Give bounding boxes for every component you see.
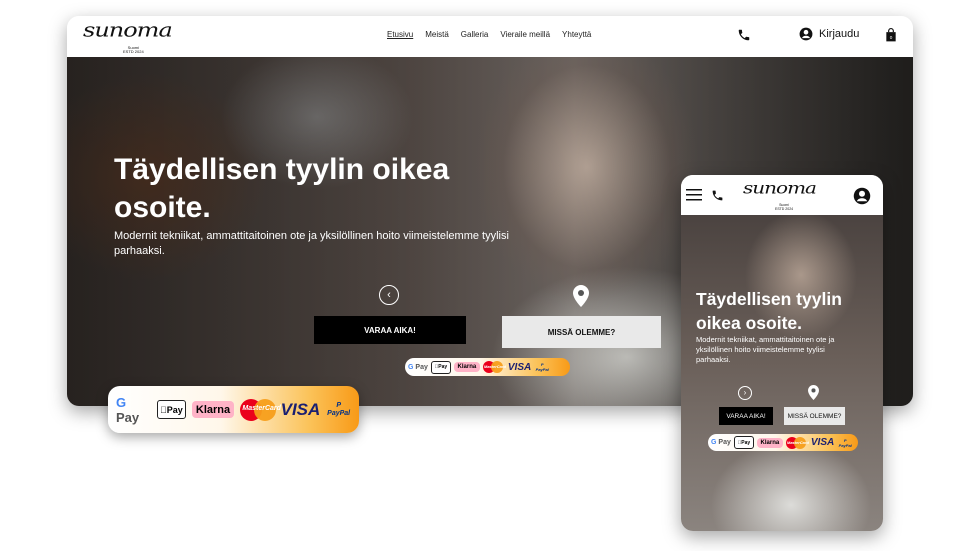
paypal-logo: P PayPal bbox=[838, 437, 852, 448]
login-label: Kirjaudu bbox=[819, 28, 860, 40]
nav-item-meista[interactable]: Meistä bbox=[425, 30, 449, 39]
hero-title: Täydellisen tyylin oikea osoite. bbox=[114, 153, 450, 224]
paypal-logo: P PayPal bbox=[535, 362, 549, 372]
hero-description: Modernit tekniikat, ammattitaitoinen ote… bbox=[114, 230, 509, 257]
location-button[interactable]: MISSÄ OLEMME? bbox=[502, 316, 661, 348]
mastercard-logo: MasterCard bbox=[240, 398, 281, 421]
nav-item-vieraile[interactable]: Vieraile meillä bbox=[500, 30, 550, 39]
nav-item-yhteytta[interactable]: Yhteyttä bbox=[562, 30, 591, 39]
mobile-header: sunoma Suomi ESTD 2024 bbox=[681, 175, 883, 215]
logo[interactable]: sunoma Suomi ESTD 2024 bbox=[83, 18, 173, 56]
book-appointment-button[interactable]: VARAA AIKA! bbox=[314, 316, 466, 344]
logo-text: sunoma bbox=[743, 178, 817, 198]
hero-title: Täydellisen tyylin oikea osoite. bbox=[696, 289, 842, 333]
apple-pay-logo: Pay bbox=[430, 360, 451, 374]
google-pay-logo: G Pay bbox=[408, 363, 428, 371]
phone-icon[interactable] bbox=[737, 28, 751, 42]
visa-logo: VISA bbox=[280, 399, 321, 419]
logo-subtitle: Suomi ESTD 2024 bbox=[123, 45, 144, 54]
phone-icon[interactable] bbox=[711, 189, 724, 202]
klarna-logo: Klarna bbox=[191, 401, 235, 418]
hero-description: Modernit tekniikat, ammattitaitoinen ote… bbox=[696, 335, 835, 364]
mobile-hero-section: Täydellisen tyylin oikea osoite. Moderni… bbox=[681, 215, 883, 531]
logo[interactable]: sunoma Suomi ESTD 2024 bbox=[743, 178, 823, 212]
visa-logo: VISA bbox=[810, 437, 835, 448]
mastercard-logo: MasterCard bbox=[482, 361, 506, 373]
site-header: sunoma Suomi ESTD 2024 Etusivu Meistä Gal… bbox=[67, 16, 913, 57]
location-pin-icon bbox=[808, 385, 819, 400]
shopping-bag-icon[interactable]: 0 bbox=[885, 28, 897, 42]
hamburger-menu-icon[interactable] bbox=[686, 189, 702, 201]
paypal-logo: P PayPal bbox=[327, 401, 351, 417]
visa-logo: VISA bbox=[507, 361, 532, 373]
user-icon[interactable] bbox=[853, 187, 871, 205]
svg-text:0: 0 bbox=[890, 35, 893, 40]
nav-item-galleria[interactable]: Galleria bbox=[461, 30, 489, 39]
mastercard-logo: MasterCard bbox=[785, 436, 809, 449]
logo-text: sunoma bbox=[83, 18, 173, 42]
logo-subtitle: Suomi ESTD 2024 bbox=[775, 203, 794, 211]
apple-pay-logo: Pay bbox=[157, 400, 186, 419]
location-pin-icon bbox=[573, 285, 589, 307]
main-nav: Etusivu Meistä Galleria Vieraile meillä … bbox=[387, 30, 591, 39]
apple-pay-logo: Pay bbox=[733, 436, 754, 449]
google-pay-logo: G Pay bbox=[116, 394, 140, 425]
location-button[interactable]: MISSÄ OLEMME? bbox=[784, 407, 845, 425]
google-pay-logo: G Pay bbox=[711, 439, 731, 446]
book-appointment-button[interactable]: VARAA AIKA! bbox=[719, 407, 773, 425]
chevron-right-icon[interactable]: › bbox=[738, 386, 752, 400]
chevron-left-icon[interactable]: ‹ bbox=[379, 285, 399, 305]
payment-methods: G Pay Pay Klarna MasterCard VISA PPayPa… bbox=[708, 434, 858, 451]
mobile-mockup: sunoma Suomi ESTD 2024 Täydellisen tyylin… bbox=[681, 175, 883, 531]
payment-methods: G Pay Pay Klarna MasterCard VISA PPayPa… bbox=[405, 358, 570, 376]
klarna-logo: Klarna bbox=[756, 437, 783, 448]
klarna-logo: Klarna bbox=[453, 362, 480, 372]
user-icon bbox=[799, 27, 813, 41]
payment-methods-banner: G Pay Pay Klarna MasterCard VISA PPayPa… bbox=[108, 386, 359, 433]
login-button[interactable]: Kirjaudu bbox=[799, 27, 859, 41]
nav-item-etusivu[interactable]: Etusivu bbox=[387, 30, 413, 39]
